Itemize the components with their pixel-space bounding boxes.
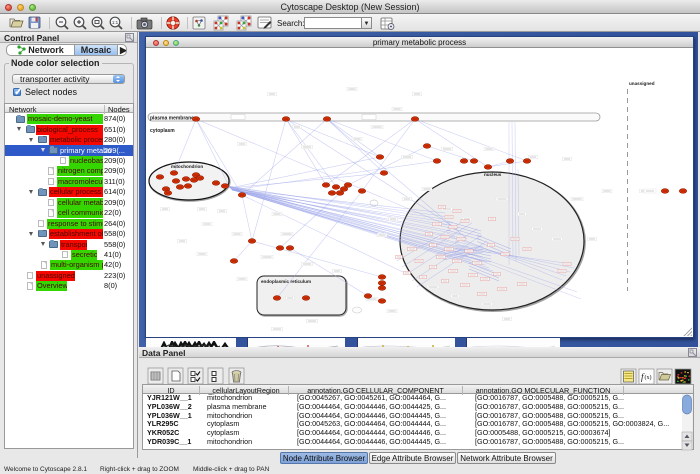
svg-text:(x): (x) [645,374,652,381]
svg-text:nucleus: nucleus [484,172,502,177]
svg-text:endoplasmic reticulum: endoplasmic reticulum [261,279,311,284]
svg-text:cytoplasm: cytoplasm [150,128,175,134]
svg-text:mitochondrion: mitochondrion [171,164,203,169]
svg-text:plasma membrane: plasma membrane [150,116,194,122]
svg-text:1:1: 1:1 [112,20,119,25]
svg-text:unassigned: unassigned [629,81,655,86]
